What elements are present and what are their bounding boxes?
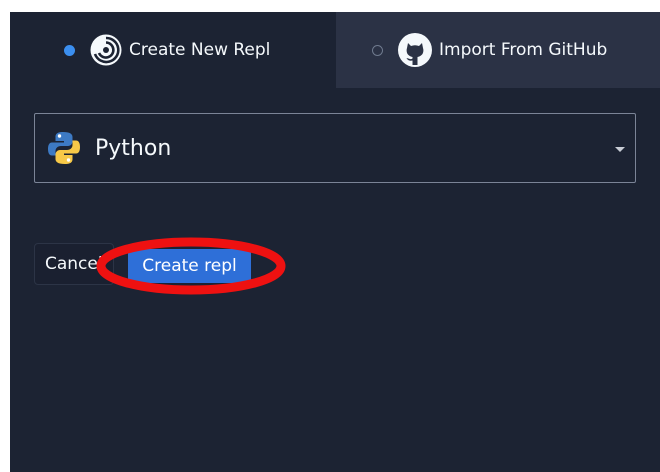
tab-import-label: Import From GitHub xyxy=(439,40,608,60)
language-select[interactable]: Python xyxy=(34,113,636,183)
create-repl-button[interactable]: Create repl xyxy=(128,249,251,283)
new-repl-modal: Create New Repl Import From GitHub Pytho… xyxy=(10,12,660,472)
python-icon xyxy=(47,130,81,166)
tab-create-new-repl[interactable]: Create New Repl xyxy=(10,12,336,88)
selected-language: Python xyxy=(95,135,172,161)
github-icon xyxy=(397,32,433,68)
tab-import-from-github[interactable]: Import From GitHub xyxy=(336,12,660,88)
radio-selected-icon[interactable] xyxy=(64,44,75,56)
tab-create-label: Create New Repl xyxy=(129,40,271,60)
chevron-down-icon[interactable] xyxy=(615,147,625,152)
radio-unselected-icon[interactable] xyxy=(372,44,383,56)
cancel-button[interactable]: Cancel xyxy=(34,243,114,285)
replit-swirl-icon xyxy=(89,33,123,67)
